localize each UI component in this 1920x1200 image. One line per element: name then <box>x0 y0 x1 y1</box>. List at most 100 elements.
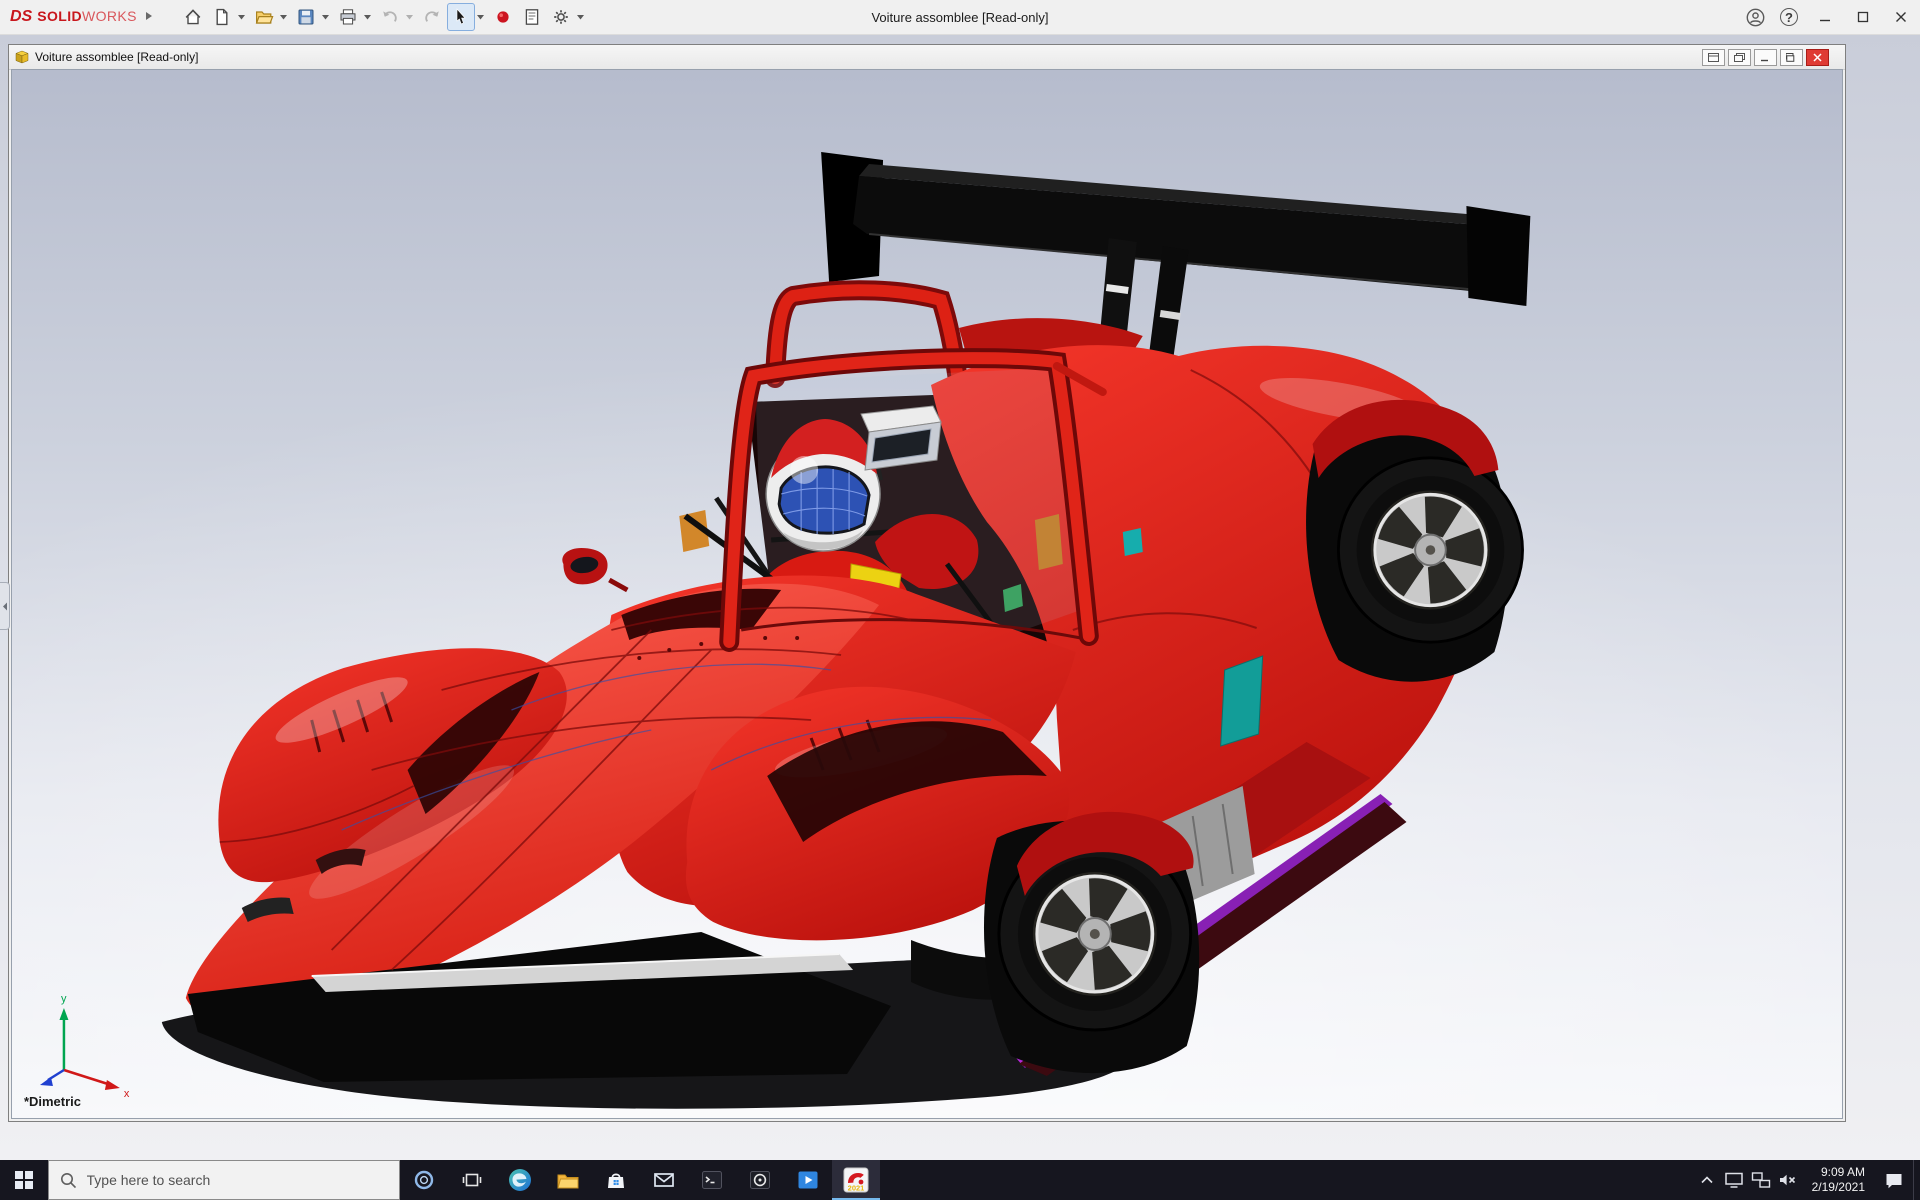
app-titlebar: DSSOLIDWORKS <box>0 0 1920 35</box>
print-button[interactable] <box>334 3 362 31</box>
solidworks-app-icon: 2021 <box>842 1166 870 1194</box>
undo-dropdown[interactable] <box>406 15 413 20</box>
close-button[interactable] <box>1882 0 1920 34</box>
task-view-icon <box>461 1169 483 1191</box>
save-icon <box>296 7 316 27</box>
print-icon <box>338 7 358 27</box>
account-icon <box>1746 8 1765 27</box>
show-desktop-button[interactable] <box>1913 1160 1920 1200</box>
task-view-button[interactable] <box>448 1160 496 1200</box>
cortana-button[interactable] <box>400 1160 448 1200</box>
redo-button[interactable] <box>418 3 446 31</box>
ds-logo: DS <box>10 8 32 26</box>
sw-year-badge: 2021 <box>848 1184 865 1193</box>
taskbar-edge-button[interactable] <box>496 1160 544 1200</box>
system-tray: 9:09 AM 2/19/2021 <box>1694 1160 1920 1200</box>
save-dropdown[interactable] <box>322 15 329 20</box>
help-button[interactable]: ? <box>1772 0 1806 34</box>
search-icon <box>60 1172 76 1189</box>
redo-icon <box>422 7 442 27</box>
print-dropdown[interactable] <box>364 15 371 20</box>
cascade-icon <box>1734 53 1745 62</box>
tray-volume-button[interactable] <box>1775 1160 1802 1200</box>
open-dropdown[interactable] <box>280 15 287 20</box>
tray-expand-button[interactable] <box>1694 1160 1721 1200</box>
tray-display-button[interactable] <box>1721 1160 1748 1200</box>
file-explorer-icon <box>555 1167 581 1193</box>
network-icon <box>1751 1171 1771 1189</box>
home-icon <box>183 7 203 27</box>
scene-svg: y x *Dimetric <box>12 70 1842 1118</box>
doc-tile-button[interactable] <box>1702 49 1725 66</box>
home-button[interactable] <box>179 3 207 31</box>
right-rear-wheel[interactable] <box>1338 458 1522 642</box>
notification-icon <box>1884 1171 1904 1190</box>
taskbar-media-button[interactable] <box>736 1160 784 1200</box>
taskbar-file-explorer-button[interactable] <box>544 1160 592 1200</box>
view-orientation-label: *Dimetric <box>24 1094 81 1109</box>
cortana-icon <box>413 1169 435 1191</box>
doc-close-icon <box>1813 53 1822 62</box>
close-icon <box>1895 11 1907 23</box>
start-button[interactable] <box>0 1160 48 1200</box>
open-button[interactable] <box>250 3 278 31</box>
document-properties-icon <box>522 7 542 27</box>
doc-minimize-icon <box>1760 53 1771 62</box>
document-window-buttons <box>1702 49 1829 66</box>
doc-restore-icon <box>1786 53 1797 62</box>
minimize-button[interactable] <box>1806 0 1844 34</box>
search-input[interactable] <box>85 1171 388 1189</box>
new-document-icon <box>212 7 232 27</box>
select-tool-dropdown[interactable] <box>477 15 484 20</box>
video-app-icon <box>795 1167 821 1193</box>
taskbar-video-button[interactable] <box>784 1160 832 1200</box>
document-properties-button[interactable] <box>518 3 546 31</box>
taskbar-clock[interactable]: 9:09 AM 2/19/2021 <box>1802 1165 1875 1195</box>
taskbar-search[interactable] <box>48 1160 400 1200</box>
new-document-dropdown[interactable] <box>238 15 245 20</box>
undo-button[interactable] <box>376 3 404 31</box>
help-icon: ? <box>1780 8 1798 26</box>
options-button[interactable] <box>547 3 575 31</box>
maximize-button[interactable] <box>1844 0 1882 34</box>
select-cursor-icon <box>451 7 471 27</box>
document-titlebar[interactable]: Voiture assomblee [Read-only] <box>9 45 1845 70</box>
red-dot-icon <box>493 7 513 27</box>
window-controls: ? <box>1738 0 1920 34</box>
tray-network-button[interactable] <box>1748 1160 1775 1200</box>
collapse-arrow-icon <box>2 602 8 611</box>
doc-minimize-button[interactable] <box>1754 49 1777 66</box>
open-icon <box>254 7 274 27</box>
doc-cascade-button[interactable] <box>1728 49 1751 66</box>
graphics-viewport[interactable]: y x *Dimetric <box>11 69 1843 1119</box>
taskbar-console-button[interactable] <box>688 1160 736 1200</box>
notification-center-button[interactable] <box>1875 1160 1913 1200</box>
quick-access-toolbar <box>179 3 588 31</box>
doc-close-button[interactable] <box>1806 49 1829 66</box>
doc-restore-button[interactable] <box>1780 49 1803 66</box>
edge-icon <box>507 1167 533 1193</box>
screen: DSSOLIDWORKS <box>0 0 1920 1200</box>
taskbar-store-button[interactable] <box>592 1160 640 1200</box>
featuremanager-splitter-tab[interactable] <box>0 582 10 630</box>
minimize-icon <box>1819 11 1831 23</box>
axis-y-label: y <box>61 993 67 1005</box>
mail-icon <box>651 1167 677 1193</box>
menu-expand-arrow-icon[interactable] <box>145 8 153 26</box>
taskbar: 2021 9:09 AM 2/19/2021 <box>0 1160 1920 1200</box>
red-dot-button[interactable] <box>489 3 517 31</box>
options-dropdown[interactable] <box>577 15 584 20</box>
account-button[interactable] <box>1738 0 1772 34</box>
solidworks-logo: DSSOLIDWORKS <box>10 8 137 26</box>
media-player-icon <box>747 1167 773 1193</box>
mdi-area: Voiture assomblee [Read-only] <box>0 34 1920 1160</box>
assembly-cube-icon <box>15 50 29 64</box>
taskbar-solidworks-button[interactable]: 2021 <box>832 1160 880 1200</box>
console-icon <box>699 1167 725 1193</box>
settings-gear-icon <box>551 7 571 27</box>
select-tool-button[interactable] <box>447 3 475 31</box>
new-document-button[interactable] <box>208 3 236 31</box>
taskbar-mail-button[interactable] <box>640 1160 688 1200</box>
save-button[interactable] <box>292 3 320 31</box>
chevron-up-icon <box>1700 1174 1714 1186</box>
